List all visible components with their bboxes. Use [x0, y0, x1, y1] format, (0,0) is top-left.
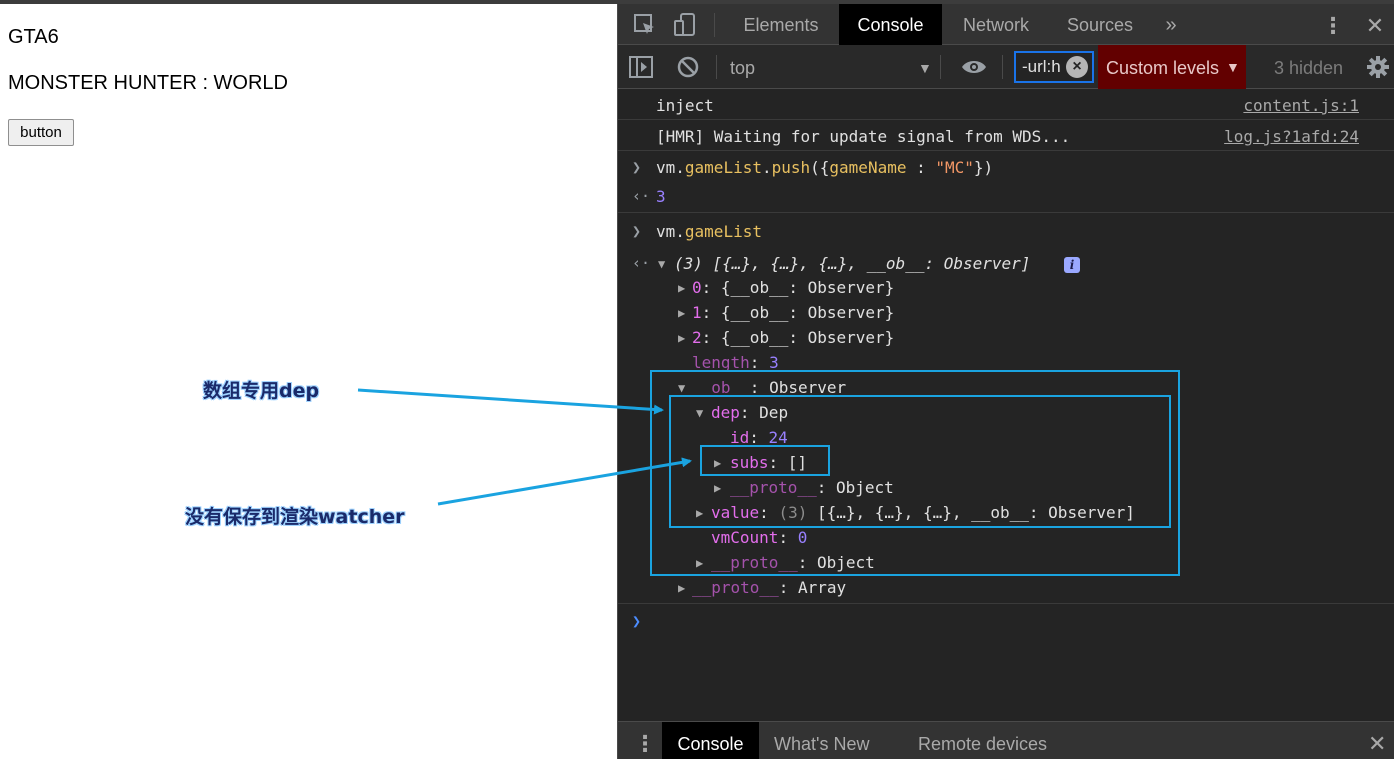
console-command: vm.gameList	[656, 222, 762, 241]
drawer-tabbar: ⋮ Console What's New Remote devices ✕	[618, 721, 1394, 759]
clear-filter-icon[interactable]: ×	[1066, 56, 1088, 78]
tree-row[interactable]: ▶ value: (3) [{…}, {…}, {…}, __ob__: Obs…	[618, 503, 1394, 525]
devtools-tabbar: Elements Console Network Sources » ⋮ ✕	[618, 4, 1394, 45]
console-input-row: ❯ vm.gameList.push({gameName : "MC"})	[618, 151, 1394, 181]
expanded-triangle-icon[interactable]: ▼	[658, 257, 665, 271]
tree-row[interactable]: ▶ 1: {__ob__: Observer}	[618, 303, 1394, 325]
game-title-monster-hunter: MONSTER HUNTER : WORLD	[8, 72, 288, 94]
devtools-panel: Elements Console Network Sources » ⋮ ✕ t…	[617, 4, 1394, 759]
tab-network[interactable]: Network	[948, 4, 1044, 45]
inspect-element-icon[interactable]	[632, 12, 658, 38]
result-arrow-icon: ‹·	[632, 254, 651, 272]
drawer-tab-remote-devices[interactable]: Remote devices	[918, 722, 1047, 759]
toolbar-separator	[1002, 55, 1003, 79]
game-title-gta6: GTA6	[8, 26, 59, 48]
result-value: 3	[656, 187, 666, 206]
expanded-triangle-icon[interactable]: ▼	[678, 381, 685, 395]
console-command: vm.gameList.push({gameName : "MC"})	[656, 158, 994, 177]
console-input-row: ❯ vm.gameList	[618, 213, 1394, 243]
collapsed-triangle-icon[interactable]: ▶	[678, 281, 685, 295]
log-source-link[interactable]: log.js?1afd:24	[1224, 127, 1359, 146]
tree-row[interactable]: ▶ 0: {__ob__: Observer}	[618, 278, 1394, 300]
tree-row[interactable]: ▶ subs: []	[618, 453, 1394, 475]
prompt-chevron-icon: ❯	[632, 612, 642, 630]
toolbar-separator	[940, 55, 941, 79]
drawer-menu-icon[interactable]: ⋮	[634, 722, 656, 759]
eye-icon[interactable]	[960, 57, 988, 82]
double-chevron-right-icon[interactable]: »	[1156, 4, 1186, 45]
collapsed-triangle-icon[interactable]: ▶	[696, 556, 703, 570]
log-message: [HMR] Waiting for update signal from WDS…	[656, 127, 1071, 146]
tree-row: length: 3	[692, 353, 779, 372]
tree-row: vmCount: 0	[711, 528, 808, 547]
collapsed-triangle-icon[interactable]: ▶	[714, 481, 721, 495]
drawer-tab-whats-new[interactable]: What's New	[774, 722, 869, 759]
log-source-link[interactable]: content.js:1	[1243, 96, 1359, 115]
device-toolbar-icon[interactable]	[672, 12, 698, 38]
dropdown-arrow-icon: ▼	[918, 60, 932, 76]
web-page: GTA6 MONSTER HUNTER : WORLD button	[0, 4, 617, 759]
kebab-menu-icon[interactable]: ⋮	[1318, 4, 1348, 45]
tabbar-separator	[714, 13, 715, 37]
tab-console[interactable]: Console	[839, 4, 942, 45]
result-arrow-icon: ‹·	[632, 187, 651, 205]
tree-row[interactable]: ▶ 2: {__ob__: Observer}	[618, 328, 1394, 350]
collapsed-triangle-icon[interactable]: ▶	[678, 306, 685, 320]
tab-elements[interactable]: Elements	[730, 4, 832, 45]
collapsed-triangle-icon[interactable]: ▶	[696, 506, 703, 520]
tab-sources[interactable]: Sources	[1054, 4, 1146, 45]
log-message: inject	[656, 96, 714, 115]
tree-row[interactable]: ▼ dep: Dep	[618, 403, 1394, 425]
tree-root-row[interactable]: ‹· ▼ (3) [{…}, {…}, {…}, __ob__: Observe…	[618, 254, 1394, 276]
levels-dropdown-arrow-icon: ▼	[1226, 59, 1240, 75]
gear-icon[interactable]	[1366, 55, 1390, 84]
drawer-close-icon[interactable]: ✕	[1368, 722, 1386, 759]
context-selector[interactable]: top	[730, 45, 755, 89]
info-icon[interactable]: i	[1064, 257, 1080, 273]
tree-row[interactable]: ▶ __proto__: Object	[618, 478, 1394, 500]
tree-row: id: 24	[730, 428, 788, 447]
tree-row[interactable]: ▼ __ob__: Observer	[618, 378, 1394, 400]
collapsed-triangle-icon[interactable]: ▶	[678, 581, 685, 595]
console-result-row: ‹· 3	[618, 181, 1394, 213]
collapsed-triangle-icon[interactable]: ▶	[678, 331, 685, 345]
console-prompt-row[interactable]: ❯	[618, 607, 1394, 633]
expanded-triangle-icon[interactable]: ▼	[696, 406, 703, 420]
toolbar-separator	[716, 55, 717, 79]
array-summary: (3) [{…}, {…}, {…}, __ob__: Observer]	[674, 254, 1031, 273]
tree-row[interactable]: ▶ __proto__: Array	[618, 578, 1394, 604]
input-chevron-icon: ❯	[632, 222, 642, 240]
console-output: inject content.js:1 [HMR] Waiting for up…	[618, 89, 1394, 721]
clear-console-icon[interactable]	[676, 55, 700, 84]
close-icon[interactable]: ✕	[1360, 4, 1390, 45]
collapsed-triangle-icon[interactable]: ▶	[714, 456, 721, 470]
hidden-count: 3 hidden	[1274, 58, 1344, 78]
console-log-row: inject content.js:1	[618, 89, 1394, 120]
sidebar-toggle-icon[interactable]	[628, 55, 654, 84]
page-button[interactable]: button	[8, 119, 74, 146]
input-chevron-icon: ❯	[632, 158, 642, 176]
log-levels-dropdown[interactable]: Custom levels	[1098, 45, 1246, 89]
console-toolbar: top ▼ -url:h × Custom levels ▼ 3 hidden	[618, 45, 1394, 89]
tree-row[interactable]: ▶ __proto__: Object	[618, 553, 1394, 575]
console-log-row: [HMR] Waiting for update signal from WDS…	[618, 120, 1394, 151]
drawer-tab-console[interactable]: Console	[662, 722, 759, 759]
